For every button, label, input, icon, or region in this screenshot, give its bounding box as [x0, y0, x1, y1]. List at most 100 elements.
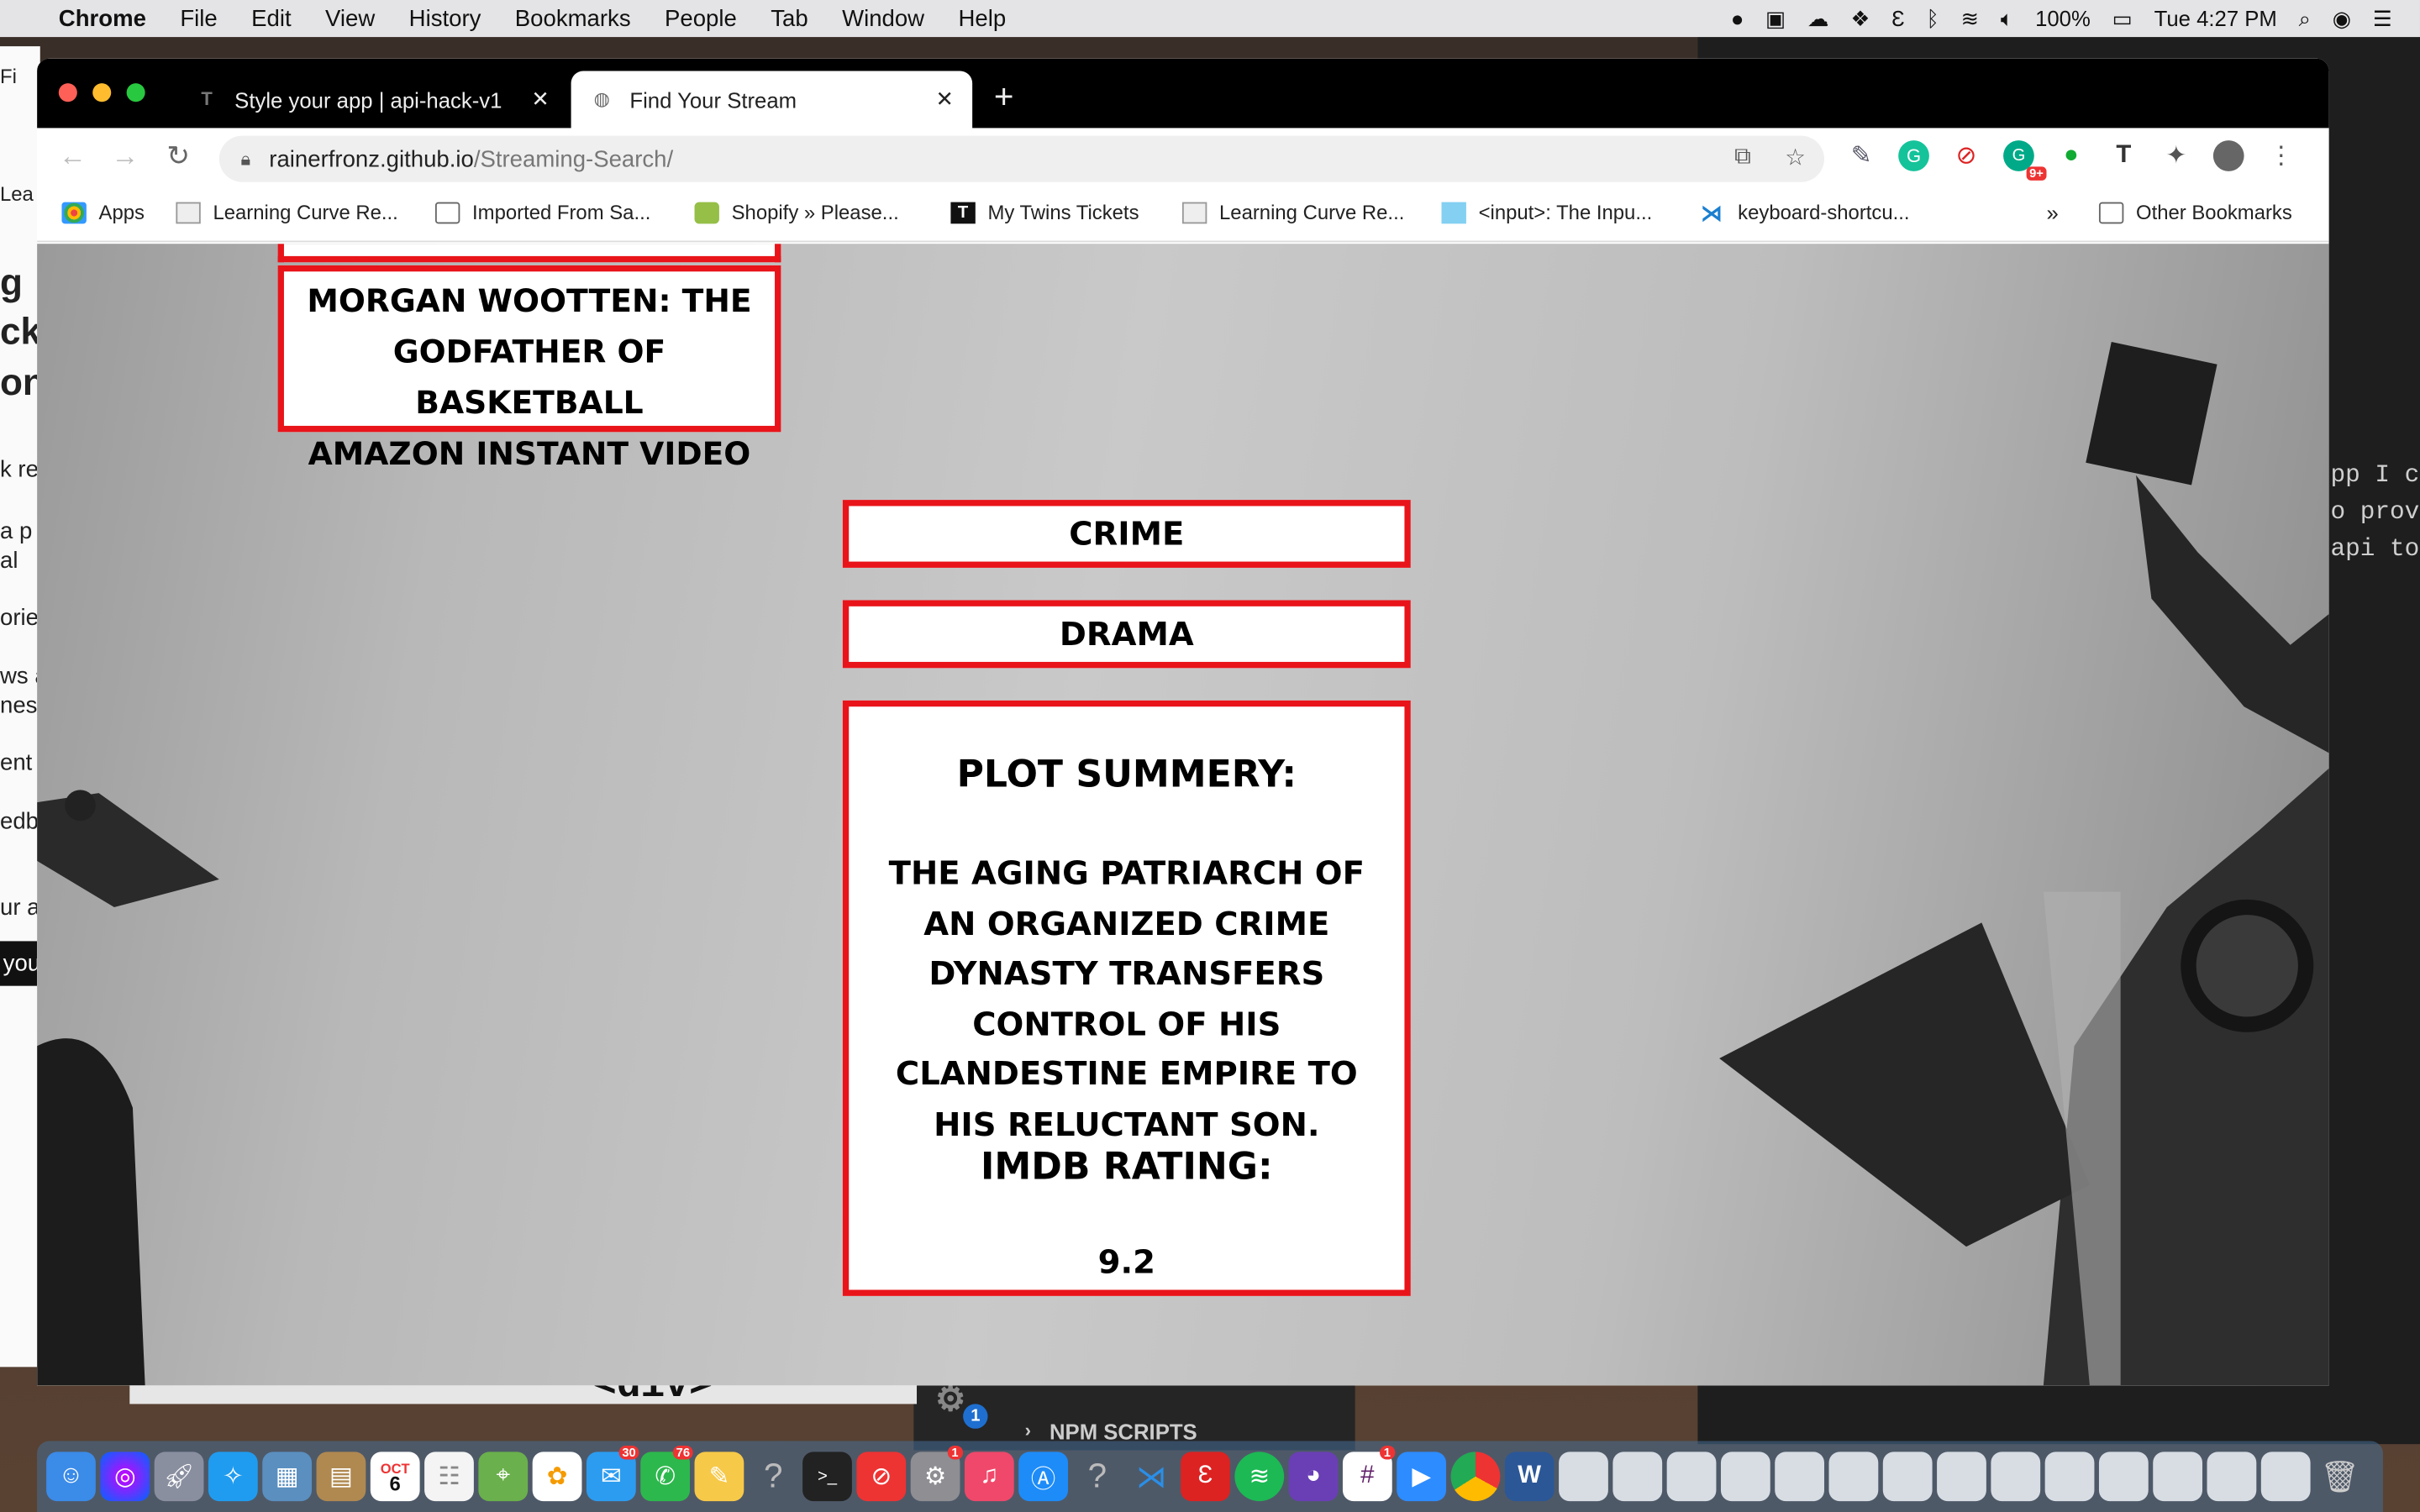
battery-icon[interactable]: ▭: [2112, 5, 2133, 31]
spotify-icon[interactable]: ≋: [1234, 1452, 1285, 1502]
notification-center-icon[interactable]: ☰: [2373, 5, 2392, 31]
bookmark-apps[interactable]: Apps: [61, 201, 145, 223]
safari-icon[interactable]: ✧: [208, 1452, 258, 1502]
dropbox-icon[interactable]: ❖: [1850, 5, 1870, 31]
bookmark-learning-curve-2[interactable]: Learning Curve Re...: [1181, 201, 1404, 223]
menu-tab[interactable]: Tab: [771, 5, 808, 31]
close-tab-icon[interactable]: ✕: [936, 87, 955, 113]
calendar-icon[interactable]: OCT 6: [370, 1452, 420, 1502]
help-icon[interactable]: ?: [749, 1452, 798, 1501]
menu-bookmarks[interactable]: Bookmarks: [515, 5, 631, 31]
minimized-window-thumbnail[interactable]: [1775, 1452, 1825, 1502]
more-bookmarks-button[interactable]: »: [2047, 201, 2059, 225]
chrome-icon[interactable]: [1450, 1452, 1501, 1502]
bookmark-my-twins-tickets[interactable]: T My Twins Tickets: [950, 201, 1139, 223]
back-button[interactable]: ←: [59, 140, 87, 173]
minimized-window-thumbnail[interactable]: [2153, 1452, 2203, 1502]
video-icon[interactable]: ▣: [1765, 5, 1786, 31]
menu-edit[interactable]: Edit: [251, 5, 291, 31]
reminders-icon[interactable]: ☷: [424, 1452, 474, 1502]
bookmark-keyboard-shortcuts[interactable]: ⋊ keyboard-shortcu...: [1701, 201, 1909, 224]
creative-cloud-icon[interactable]: ☁: [1807, 5, 1829, 31]
minimized-window-thumbnail[interactable]: [1882, 1452, 1933, 1502]
tab-find-your-stream[interactable]: ◍ Find Your Stream ✕: [571, 71, 973, 129]
chat-extension-icon[interactable]: ●: [2056, 140, 2087, 171]
vscode-icon[interactable]: ⋊: [1127, 1452, 1176, 1501]
puzzle-icon[interactable]: ✦: [2160, 140, 2191, 171]
minimized-window-thumbnail[interactable]: [1720, 1452, 1770, 1502]
help-icon[interactable]: ?: [1073, 1452, 1123, 1501]
bookmark-imported-from-safari[interactable]: Imported From Sa...: [434, 201, 650, 223]
minimize-window-button[interactable]: [92, 83, 112, 102]
system-preferences-icon[interactable]: ⚙ 1: [910, 1446, 964, 1502]
bookmark-star-icon[interactable]: ☆: [1785, 144, 1806, 171]
music-icon[interactable]: ♫: [964, 1452, 1014, 1502]
minimized-window-thumbnail[interactable]: [2098, 1452, 2149, 1502]
lock-icon[interactable]: 🔒︎: [241, 147, 251, 171]
menu-help[interactable]: Help: [958, 5, 1006, 31]
bookmark-shopify[interactable]: Shopify » Please...: [694, 201, 899, 223]
menu-people[interactable]: People: [665, 5, 737, 31]
menu-app-name[interactable]: Chrome: [59, 5, 146, 31]
volume-icon[interactable]: 🔈︎: [2001, 5, 2013, 31]
menu-history[interactable]: History: [409, 5, 481, 31]
minimized-window-thumbnail[interactable]: [2260, 1452, 2311, 1502]
slack-icon[interactable]: #1: [1342, 1446, 1396, 1502]
minimized-window-thumbnail[interactable]: [2207, 1452, 2257, 1502]
app-store-icon[interactable]: Ⓐ: [1018, 1452, 1069, 1502]
thinkful-extension-icon[interactable]: T: [2108, 140, 2139, 171]
adblock-extension-icon[interactable]: ⊘: [1951, 140, 1982, 171]
minimized-window-thumbnail[interactable]: [1937, 1452, 1986, 1502]
minimized-window-thumbnail[interactable]: [1666, 1452, 1717, 1502]
avatar[interactable]: [2212, 140, 2244, 171]
ev-icon[interactable]: Ɛ: [1891, 6, 1905, 30]
minimized-window-thumbnail[interactable]: [1559, 1452, 1608, 1502]
bookmark-other-bookmarks[interactable]: Other Bookmarks: [2098, 201, 2292, 223]
messages-icon[interactable]: ✉ 30: [586, 1446, 639, 1502]
menu-file[interactable]: File: [180, 5, 217, 31]
preview-icon[interactable]: ▦: [262, 1452, 313, 1502]
grammarly-go-extension-icon[interactable]: G 9+: [2003, 140, 2047, 181]
cast-icon[interactable]: ⧉: [1734, 144, 1751, 171]
minimized-window-thumbnail[interactable]: [1828, 1452, 1879, 1502]
bluetooth-icon[interactable]: ᛒ: [1926, 6, 1939, 30]
maps-icon[interactable]: ⌖: [478, 1452, 529, 1502]
github-icon[interactable]: ◕: [1288, 1452, 1339, 1502]
facetime-icon[interactable]: ✆ 76: [640, 1446, 693, 1502]
address-bar[interactable]: 🔒︎ rainerfronz.github.io/Streaming-Searc…: [218, 135, 1825, 182]
zoom-icon[interactable]: ▶: [1397, 1452, 1447, 1502]
blocker-icon[interactable]: ⊘: [856, 1452, 907, 1502]
menubar-clock[interactable]: Tue 4:27 PM: [2154, 6, 2277, 30]
bookmark-input-mdn[interactable]: <input>: The Inpu...: [1441, 201, 1652, 223]
launchpad-icon[interactable]: 🚀︎: [154, 1452, 204, 1502]
eyedropper-extension-icon[interactable]: ✎: [1846, 140, 1877, 171]
close-window-button[interactable]: [58, 83, 77, 102]
ev-icon[interactable]: Ɛ: [1181, 1452, 1230, 1502]
close-tab-icon[interactable]: ✕: [531, 87, 550, 113]
forward-button[interactable]: →: [111, 140, 139, 173]
word-icon[interactable]: W: [1504, 1452, 1555, 1502]
contacts-icon[interactable]: ▤: [316, 1452, 366, 1502]
menu-view[interactable]: View: [325, 5, 375, 31]
zoom-window-button[interactable]: [126, 83, 145, 102]
siri-icon[interactable]: ◉: [2333, 5, 2351, 31]
bookmark-learning-curve-1[interactable]: Learning Curve Re...: [176, 201, 398, 223]
terminal-icon[interactable]: >_: [802, 1452, 852, 1502]
minimized-window-thumbnail[interactable]: [2044, 1452, 2095, 1502]
photos-icon[interactable]: ✿: [532, 1452, 582, 1502]
minimized-window-thumbnail[interactable]: [1612, 1452, 1663, 1502]
menu-window[interactable]: Window: [842, 5, 924, 31]
spotlight-search-icon[interactable]: ⌕: [2299, 5, 2311, 31]
chrome-menu-icon[interactable]: ⋮: [2265, 140, 2296, 171]
trash-icon[interactable]: 🗑︎: [2315, 1452, 2365, 1501]
grammarly-extension-icon[interactable]: G: [1898, 140, 1929, 171]
siri-icon[interactable]: ◎: [100, 1452, 150, 1502]
finder-icon[interactable]: ☺: [46, 1452, 96, 1502]
tab-style-your-app[interactable]: T Style your app | api-hack-v1 ✕: [176, 71, 568, 128]
reload-button[interactable]: ↻: [166, 140, 190, 173]
notes-icon[interactable]: ✎: [694, 1452, 744, 1502]
status-bubble-icon[interactable]: ●: [1731, 6, 1744, 30]
new-tab-button[interactable]: +: [994, 77, 1014, 118]
wifi-icon[interactable]: ≋: [1961, 5, 1980, 31]
minimized-window-thumbnail[interactable]: [1991, 1452, 2041, 1502]
